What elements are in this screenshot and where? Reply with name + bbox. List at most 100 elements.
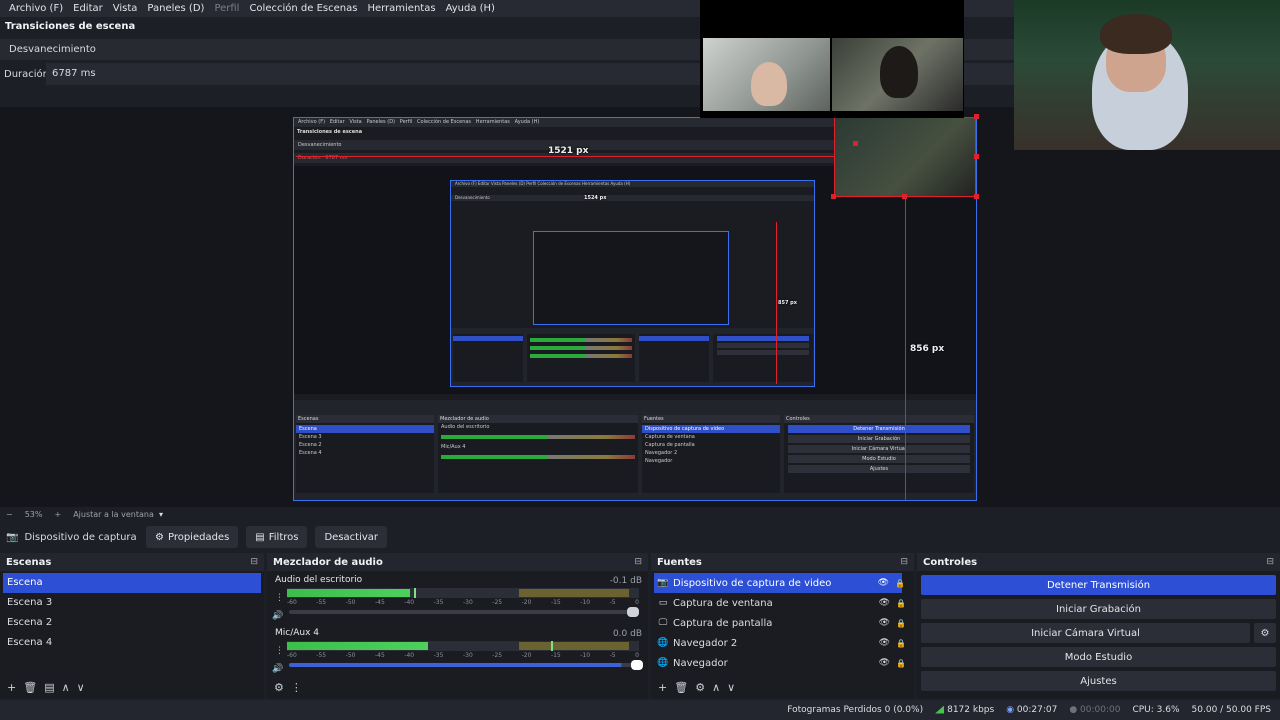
guide-vertical — [905, 196, 906, 500]
nested-scenes: Escenas Escena Escena 3 Escena 2 Escena … — [296, 415, 434, 493]
scene-item[interactable]: Escena 3 — [0, 593, 264, 613]
properties-button[interactable]: ⚙ Propiedades — [146, 526, 239, 548]
tick-label: -30 — [462, 652, 473, 659]
transitions-title: Transiciones de escena — [5, 21, 136, 32]
source-item[interactable]: ▭ Captura de ventana 👁 🔒 — [651, 593, 914, 613]
tick-label: -40 — [404, 652, 415, 659]
lock-icon[interactable]: 🔒 — [896, 639, 906, 648]
eye-icon[interactable]: 👁 — [879, 598, 890, 608]
webcam-feed — [1014, 0, 1280, 150]
menu-archivo[interactable]: Archivo (F) — [4, 3, 68, 14]
dock-undock-icon[interactable]: ⊟ — [1266, 557, 1274, 567]
channel-db: -0.1 dB — [609, 576, 642, 586]
add-icon[interactable]: + — [658, 681, 667, 694]
scene-item[interactable]: Escena 2 — [0, 613, 264, 633]
arrow-down-icon[interactable]: ∨ — [77, 681, 85, 694]
preview-zoom-bar: − 53% + Ajustar a la ventana ▾ — [0, 507, 1280, 521]
menu-perfil[interactable]: Perfil — [209, 3, 244, 14]
more-options-icon[interactable]: ⋮ — [275, 646, 284, 656]
more-options-icon[interactable]: ⋮ — [291, 681, 302, 694]
dock-undock-icon[interactable]: ⊟ — [900, 557, 908, 567]
nested2-dock — [451, 328, 814, 386]
menu-herramientas[interactable]: Herramientas — [362, 3, 440, 14]
dock-undock-icon[interactable]: ⊟ — [250, 557, 258, 567]
start-recording-button[interactable]: Iniciar Grabación — [921, 599, 1276, 619]
nested-sources: Fuentes Dispositivo de captura de video … — [642, 415, 780, 493]
tick-label: -55 — [316, 652, 327, 659]
menu-vista[interactable]: Vista — [108, 3, 143, 14]
eye-icon[interactable]: 👁 — [879, 618, 890, 628]
nested-dock: Escenas Escena Escena 3 Escena 2 Escena … — [294, 400, 976, 500]
eye-icon[interactable]: 👁 — [879, 658, 890, 668]
resize-handle-right[interactable] — [974, 154, 979, 159]
lock-icon[interactable]: 🔒 — [896, 659, 906, 668]
resize-handle-bottom-right[interactable] — [974, 194, 979, 199]
source-item[interactable]: 📷 Dispositivo de captura de video 👁 🔒 — [654, 573, 905, 593]
more-options-icon[interactable]: ⋮ — [275, 593, 284, 603]
zoom-in-button[interactable]: + — [54, 510, 61, 519]
eye-icon[interactable]: 👁 — [878, 578, 889, 588]
dock-undock-icon[interactable]: ⊟ — [634, 557, 642, 567]
menu-ayuda[interactable]: Ayuda (H) — [441, 3, 500, 14]
volume-meter — [287, 641, 639, 651]
deactivate-button[interactable]: Desactivar — [315, 526, 388, 548]
chevron-down-icon: ▾ — [158, 509, 163, 519]
lock-icon[interactable]: 🔒 — [896, 619, 906, 628]
eye-icon[interactable]: 👁 — [879, 638, 890, 648]
tick-label: -50 — [345, 652, 356, 659]
lock-icon[interactable]: 🔒 — [895, 579, 905, 588]
mixer-channel: Mic/Aux 4 0.0 dB ⋮ -60 -55 -50 -45 -40 -35 -30… — [267, 624, 648, 677]
tick-label: -35 — [433, 599, 444, 606]
trash-icon[interactable]: 🗑 — [23, 681, 37, 694]
gear-icon[interactable]: ⚙ — [1254, 623, 1276, 643]
tick-label: -50 — [345, 599, 356, 606]
gear-icon[interactable]: ⚙ — [695, 681, 705, 694]
studio-mode-button[interactable]: Modo Estudio — [921, 647, 1276, 667]
gear-icon: ⚙ — [155, 531, 164, 543]
cpu-usage: CPU: 3.6% — [1132, 705, 1180, 715]
speaker-icon[interactable]: 🔊 — [272, 664, 283, 674]
arrow-up-icon[interactable]: ∧ — [62, 681, 70, 694]
arrow-up-icon[interactable]: ∧ — [712, 681, 720, 694]
menu-paneles[interactable]: Paneles (D) — [142, 3, 209, 14]
volume-slider[interactable] — [289, 660, 643, 670]
resize-handle-bottom-left[interactable] — [831, 194, 836, 199]
nested2-mixer — [527, 334, 635, 382]
stop-stream-button[interactable]: Detener Transmisión — [921, 575, 1276, 595]
mixer-channel: Audio del escritorio -0.1 dB ⋮ -60 -55 -50… — [267, 571, 648, 624]
speaker-icon[interactable]: 🔊 — [272, 611, 283, 621]
volume-meter — [287, 588, 639, 598]
signal-icon — [935, 705, 945, 714]
source-item[interactable]: 🌐 Navegador 2 👁 🔒 — [651, 633, 914, 653]
settings-button[interactable]: Ajustes — [921, 671, 1276, 691]
start-virtual-camera-button[interactable]: Iniciar Cámara Virtual — [921, 623, 1250, 643]
tick-label: -20 — [521, 599, 532, 606]
mixer-title: Mezclador de audio — [273, 556, 383, 568]
resize-handle-top-right[interactable] — [974, 114, 979, 119]
nested-transitions-title: Transiciones de escena — [297, 129, 363, 135]
sources-title: Fuentes — [657, 556, 702, 568]
source-item[interactable]: 🌐 Navegador 👁 🔒 — [651, 653, 914, 673]
advanced-audio-icon[interactable]: ⚙ — [274, 681, 284, 694]
tick-label: -55 — [316, 599, 327, 606]
resize-handle-bottom[interactable] — [902, 194, 907, 199]
tick-label: -60 — [287, 599, 297, 606]
zoom-out-button[interactable]: − — [6, 510, 13, 519]
volume-slider[interactable] — [289, 607, 639, 617]
menu-editar[interactable]: Editar — [68, 3, 108, 14]
filter-icon[interactable]: ▤ — [44, 681, 54, 694]
nested-mixer: Mezclador de audio Audio del escritorio … — [438, 415, 638, 493]
arrow-down-icon[interactable]: ∨ — [727, 681, 735, 694]
scene-item[interactable]: Escena 4 — [0, 633, 264, 653]
nested-preview-capture-3 — [533, 231, 729, 325]
lock-icon[interactable]: 🔒 — [896, 599, 906, 608]
source-item[interactable]: 🖵 Captura de pantalla 👁 🔒 — [651, 613, 914, 633]
zoom-fit-select[interactable]: Ajustar a la ventana ▾ — [73, 510, 163, 519]
trash-icon[interactable]: 🗑 — [674, 681, 688, 694]
selected-source-bounds[interactable] — [834, 117, 976, 197]
menu-coleccion-escenas[interactable]: Colección de Escenas — [244, 3, 362, 14]
add-icon[interactable]: + — [7, 681, 16, 694]
filters-button[interactable]: ▤ Filtros — [246, 526, 308, 548]
resize-handle-misc[interactable] — [853, 141, 858, 146]
scene-item[interactable]: Escena — [3, 573, 261, 593]
